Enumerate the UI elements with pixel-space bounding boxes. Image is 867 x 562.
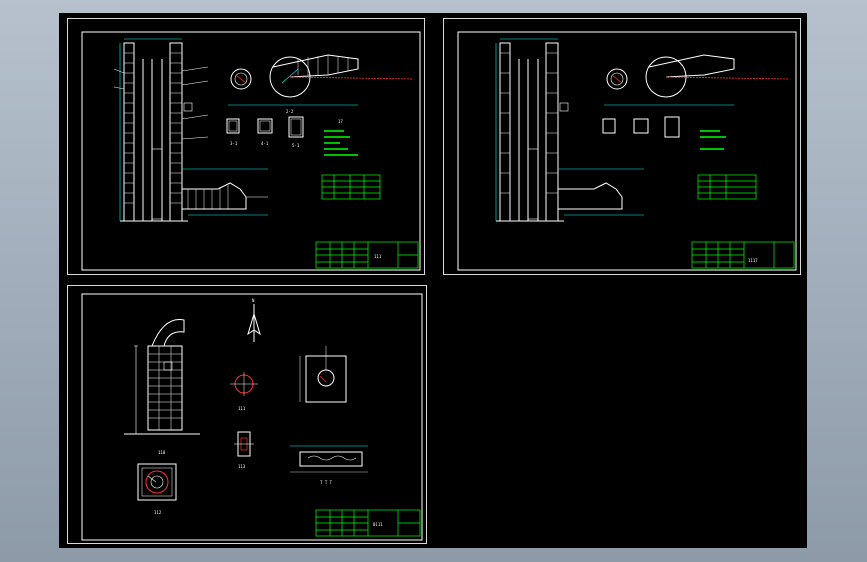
sheet-3-graphics: 110 112 N 111 113 T T T 0111 [81, 293, 423, 541]
flue-label: 111 [238, 406, 246, 411]
detail-b-label: 4-1 [261, 141, 269, 146]
detail-a-label: 3-1 [230, 141, 238, 146]
plan-label: 2-2 [286, 109, 294, 114]
drawing-sheet-1[interactable]: 2-2 3-1 4-1 5-1 17 111 [67, 18, 425, 275]
drawing-sheet-3[interactable]: 110 112 N 111 113 T T T 0111 [67, 285, 427, 544]
chimney-elevation [119, 38, 193, 222]
note-title: 17 [338, 119, 343, 124]
flue-opening-detail [230, 372, 258, 396]
chimney-elevation [124, 319, 200, 435]
north-label: N [252, 298, 255, 303]
sheet-2-graphics: 1117 [457, 31, 797, 271]
title-block [315, 241, 419, 269]
detail-boxes [602, 116, 680, 138]
horizontal-duct-detail [290, 445, 368, 473]
chimney-label: 110 [158, 450, 166, 455]
notes-block [700, 130, 726, 150]
chimney-plan-view [228, 54, 414, 106]
detail-c-label: 5-1 [292, 143, 300, 148]
base-label: 112 [154, 510, 162, 515]
sheet-3-title: 0111 [373, 522, 383, 527]
detail-boxes [226, 116, 304, 138]
sheet-1-graphics: 2-2 3-1 4-1 5-1 17 111 [81, 31, 421, 271]
flue-duct-section [182, 168, 268, 216]
cad-model-space[interactable]: 2-2 3-1 4-1 5-1 17 111 1117 110 112 N 11… [59, 13, 807, 548]
north-arrow-icon [247, 304, 261, 342]
title-block [691, 241, 795, 269]
pipe-label: 113 [238, 464, 246, 469]
notes-block [324, 130, 358, 156]
chimney-plan-view [604, 54, 790, 106]
base-plan-view [137, 463, 177, 501]
sheet-1-title: 111 [374, 254, 382, 259]
sheet-2-title: 1117 [748, 258, 758, 263]
duct-label: T T T [320, 480, 333, 485]
flue-duct-section [558, 168, 644, 216]
material-table [697, 174, 757, 200]
drawing-sheet-2[interactable]: 1117 [443, 18, 801, 275]
chimney-elevation [495, 38, 569, 222]
pipe-section-detail [234, 431, 254, 457]
cleanout-plan-detail [299, 346, 347, 403]
title-block [315, 509, 421, 537]
material-table [321, 174, 381, 200]
